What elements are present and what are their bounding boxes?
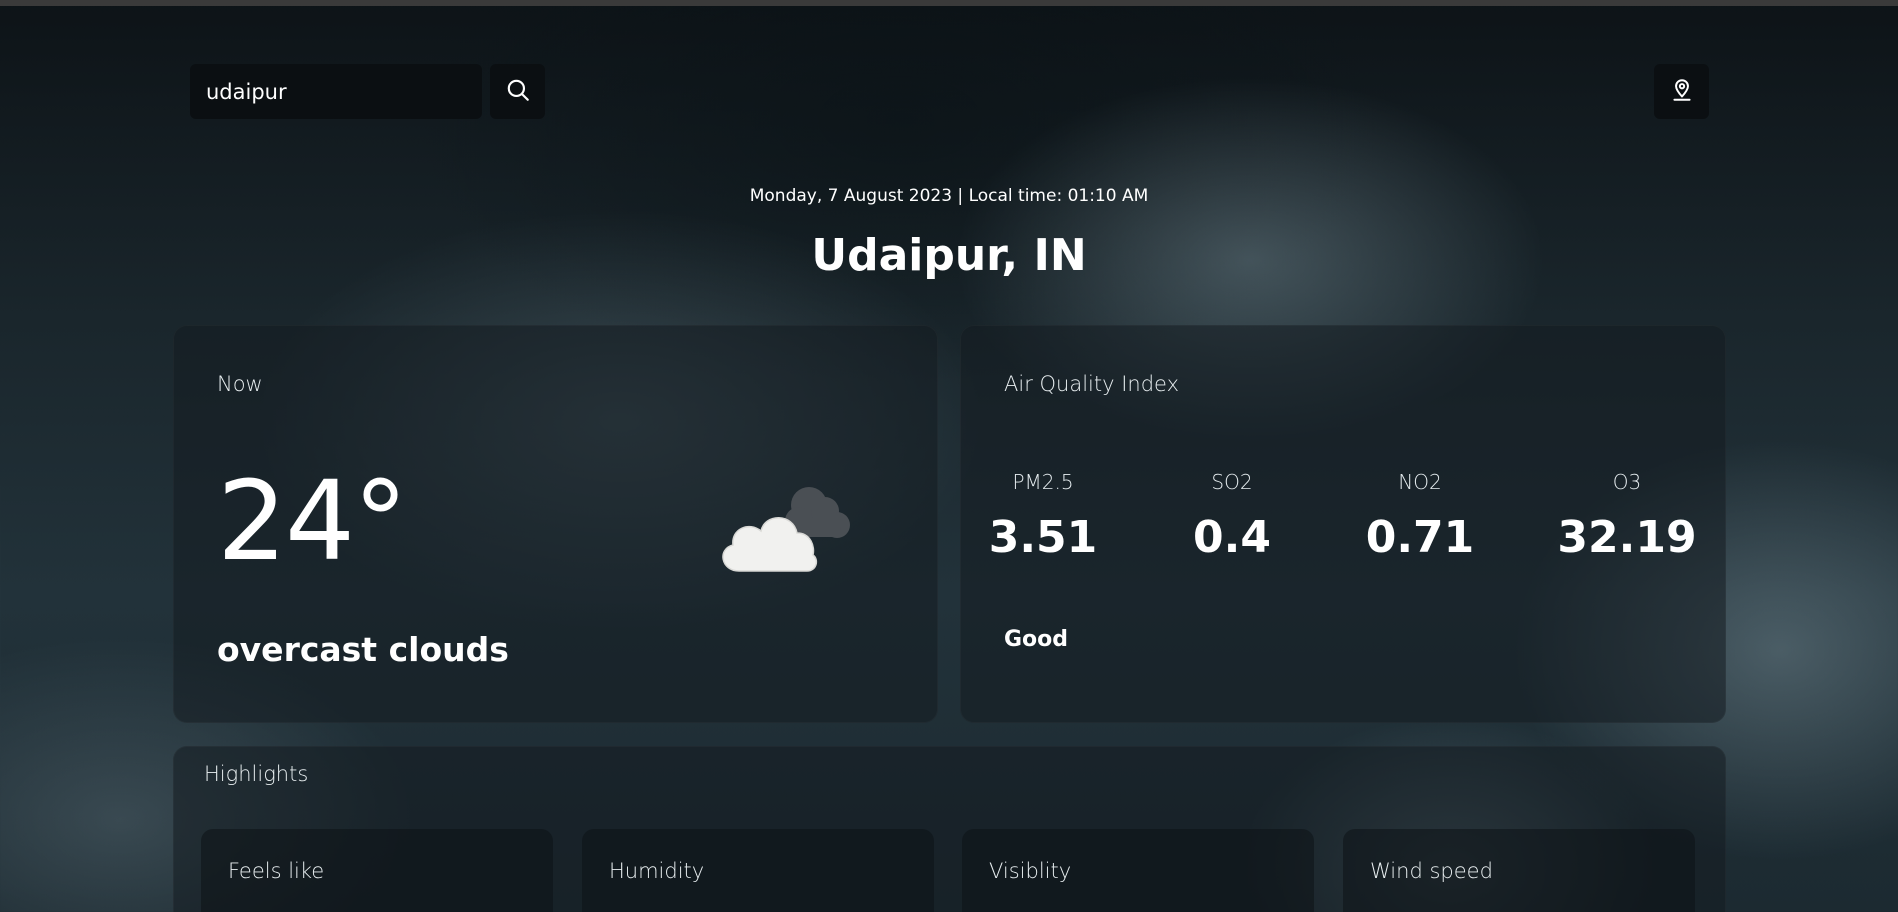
- highlight-wind-speed: Wind speed: [1343, 829, 1695, 912]
- aqi-label: SO2: [1211, 470, 1253, 494]
- aqi-value: 0.71: [1365, 512, 1475, 563]
- aqi-value: 0.4: [1193, 512, 1271, 563]
- search-icon: [505, 77, 531, 107]
- current-location-button[interactable]: [1654, 64, 1709, 119]
- highlights-title: Highlights: [204, 762, 309, 786]
- search-field[interactable]: [190, 64, 482, 119]
- highlight-label: Wind speed: [1370, 859, 1493, 883]
- highlight-label: Humidity: [609, 859, 705, 883]
- highlight-feels-like: Feels like: [201, 829, 553, 912]
- aqi-status: Good: [1004, 627, 1069, 652]
- aqi-value: 3.51: [988, 512, 1098, 563]
- aqi-label: PM2.5: [1012, 470, 1074, 494]
- temperature: 24°: [217, 457, 408, 585]
- aqi-item-o3: O3 32.19: [1557, 470, 1697, 563]
- highlight-label: Feels like: [228, 859, 325, 883]
- city-name: Udaipur, IN: [811, 230, 1087, 281]
- aqi-item-pm25: PM2.5 3.51: [973, 470, 1113, 563]
- aqi-value: 32.19: [1557, 512, 1697, 563]
- highlight-humidity: Humidity: [582, 829, 934, 912]
- highlights-card: Highlights Feels like Humidity Visiblity…: [173, 746, 1726, 912]
- aqi-label: NO2: [1398, 470, 1442, 494]
- browser-top-edge: [0, 0, 1898, 6]
- search-input[interactable]: [204, 78, 468, 105]
- aqi-label: O3: [1612, 470, 1642, 494]
- weather-description: overcast clouds: [217, 630, 509, 669]
- search-button[interactable]: [490, 64, 545, 119]
- aqi-item-so2: SO2 0.4: [1162, 470, 1302, 563]
- date-local-time: Monday, 7 August 2023 | Local time: 01:1…: [749, 186, 1149, 206]
- highlight-visibility: Visiblity: [962, 829, 1314, 912]
- now-card: Now 24° overcast clouds: [173, 325, 938, 723]
- aqi-item-no2: NO2 0.71: [1350, 470, 1490, 563]
- location-pin-icon: [1669, 77, 1695, 107]
- highlight-label: Visiblity: [989, 859, 1072, 883]
- aqi-title: Air Quality Index: [1004, 372, 1180, 396]
- now-title: Now: [217, 372, 263, 396]
- air-quality-card: Air Quality Index PM2.5 3.51 SO2 0.4 NO2…: [960, 325, 1726, 723]
- overcast-cloud-icon: [713, 475, 863, 579]
